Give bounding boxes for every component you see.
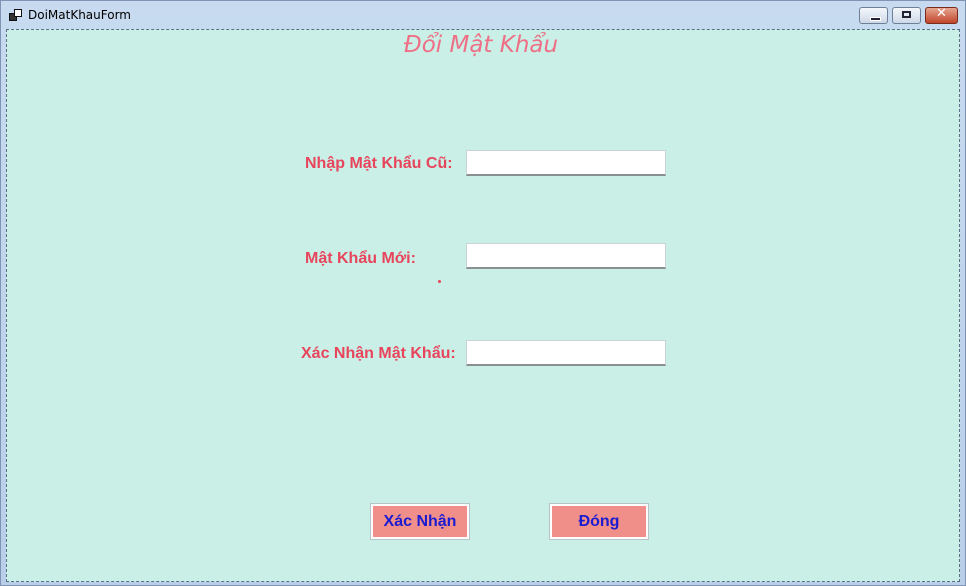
minimize-icon	[870, 17, 881, 21]
confirm-button[interactable]: Xác Nhận	[370, 503, 470, 540]
title-bar[interactable]: DoiMatKhauForm ✕	[1, 1, 965, 28]
new-password-input[interactable]	[466, 243, 666, 269]
app-window: DoiMatKhauForm ✕ Đổi Mật Khẩu Nhập Mật K…	[0, 0, 966, 586]
confirm-password-label: Xác Nhận Mật Khẩu:	[301, 345, 456, 362]
stray-dot	[438, 280, 441, 283]
form-heading: Đổi Mật Khẩu	[403, 32, 559, 58]
close-window-button[interactable]: ✕	[925, 6, 958, 24]
old-password-label: Nhập Mật Khẩu Cũ:	[305, 155, 453, 172]
old-password-input[interactable]	[466, 150, 666, 176]
form-client-area	[6, 29, 960, 582]
window-title: DoiMatKhauForm	[28, 8, 131, 22]
maximize-button[interactable]	[892, 7, 921, 24]
close-icon: ✕	[936, 6, 947, 21]
app-form-icon	[9, 9, 22, 21]
minimize-button[interactable]	[859, 7, 888, 24]
close-button[interactable]: Đóng	[549, 503, 649, 540]
new-password-label: Mật Khẩu Mới:	[305, 250, 416, 267]
confirm-password-input[interactable]	[466, 340, 666, 366]
maximize-icon	[902, 11, 911, 18]
